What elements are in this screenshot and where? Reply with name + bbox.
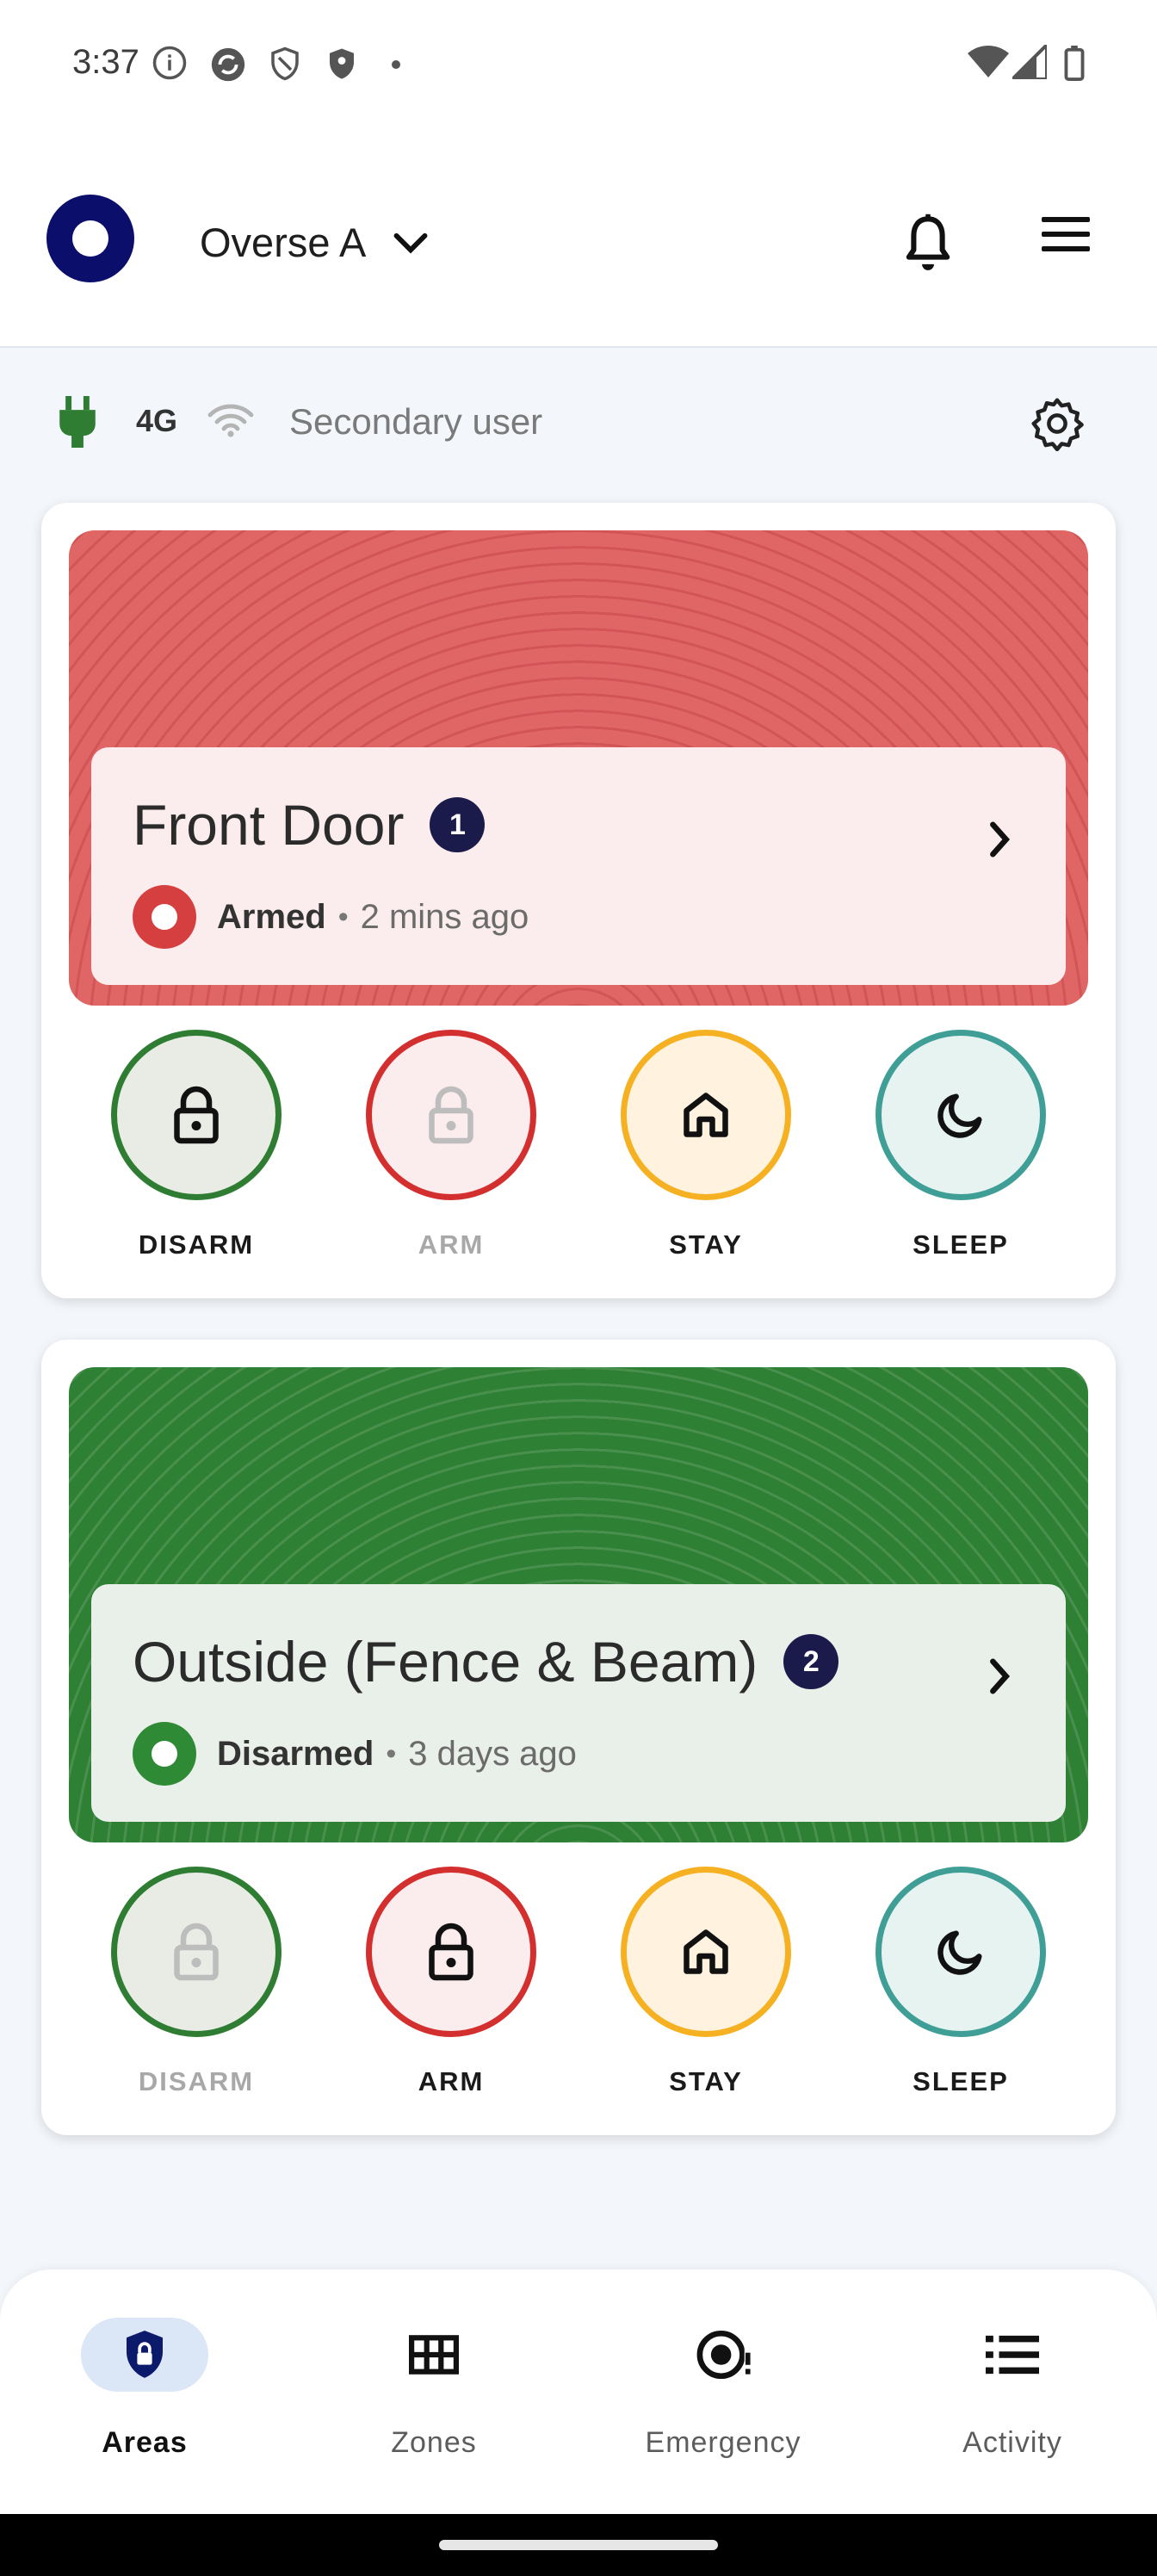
app-header: Overse A <box>0 129 1157 348</box>
sleep-button[interactable]: SLEEP <box>833 1860 1088 2118</box>
cellular-icon <box>1008 40 1049 84</box>
logo-icon <box>46 195 134 282</box>
nav-label: Activity <box>962 2426 1062 2459</box>
status-label: Armed <box>217 897 326 936</box>
area-actions: DISARM ARM STAY SLEEP <box>69 1023 1088 1281</box>
list-icon <box>949 2318 1076 2392</box>
nav-label: Emergency <box>645 2426 801 2459</box>
status-time: 3:37 <box>72 43 139 81</box>
site-selector[interactable]: Overse A <box>200 212 430 272</box>
user-role: Secondary user <box>289 401 543 442</box>
status-time-ago: 3 days ago <box>408 1734 577 1773</box>
home-icon <box>621 1030 791 1200</box>
info-icon <box>152 45 188 85</box>
separator: • <box>337 900 349 933</box>
area-title: Front Door 1 <box>133 792 486 858</box>
moon-icon <box>875 1867 1046 2037</box>
nav-areas[interactable]: Areas <box>0 2269 289 2514</box>
sync-icon <box>208 45 248 89</box>
area-name: Outside (Fence & Beam) <box>133 1630 758 1694</box>
shield-lock-icon <box>81 2318 208 2392</box>
power-plug-icon <box>57 396 98 452</box>
bell-icon[interactable] <box>899 212 957 278</box>
stay-button[interactable]: STAY <box>578 1860 833 2118</box>
connection-status-bar: 4G Secondary user <box>0 379 1157 465</box>
shield-outline-icon <box>267 45 303 87</box>
arm-button[interactable]: ARM <box>324 1023 578 1281</box>
area-name: Front Door <box>133 793 405 857</box>
wifi-icon <box>207 403 255 442</box>
area-summary[interactable]: Front Door 1 Armed • 2 mins ago <box>91 747 1066 985</box>
emergency-icon <box>659 2318 787 2392</box>
bottom-navigation: Areas Zones Emergency Activity <box>0 2269 1157 2514</box>
area-banner: Outside (Fence & Beam) 2 Disarmed • 3 da… <box>69 1367 1088 1842</box>
action-label: DISARM <box>138 1229 255 1260</box>
arm-button[interactable]: ARM <box>324 1860 578 2118</box>
battery-icon <box>1064 45 1085 85</box>
status-time-ago: 2 mins ago <box>360 897 529 936</box>
status-bar: 3:37 <box>0 0 1157 129</box>
nav-label: Areas <box>102 2426 188 2459</box>
area-summary[interactable]: Outside (Fence & Beam) 2 Disarmed • 3 da… <box>91 1584 1066 1822</box>
stay-button[interactable]: STAY <box>578 1023 833 1281</box>
chevron-right-icon[interactable] <box>985 1656 1014 1700</box>
lock-icon <box>366 1867 536 2037</box>
site-name: Overse A <box>200 219 367 265</box>
disarm-button[interactable]: DISARM <box>69 1023 324 1281</box>
area-banner: Front Door 1 Armed • 2 mins ago <box>69 530 1088 1006</box>
separator: • <box>386 1737 397 1770</box>
lock-icon <box>111 1030 282 1200</box>
disarmed-status-icon <box>133 1722 196 1786</box>
status-label: Disarmed <box>217 1734 374 1773</box>
chevron-right-icon[interactable] <box>985 820 1014 864</box>
moon-icon <box>875 1030 1046 1200</box>
area-card-outside: Outside (Fence & Beam) 2 Disarmed • 3 da… <box>41 1340 1116 2135</box>
nav-label: Zones <box>391 2426 477 2459</box>
lock-open-icon <box>111 1867 282 2037</box>
chevron-down-icon <box>392 219 430 266</box>
nav-activity[interactable]: Activity <box>868 2269 1157 2514</box>
action-label: ARM <box>418 2066 485 2096</box>
armed-status-icon <box>133 885 196 949</box>
grid-icon <box>370 2318 498 2392</box>
area-actions: DISARM ARM STAY SLEEP <box>69 1860 1088 2118</box>
area-card-front-door: Front Door 1 Armed • 2 mins ago DISARM A… <box>41 503 1116 1298</box>
network-type: 4G <box>136 403 178 438</box>
shield-filled-icon <box>324 45 360 87</box>
nav-emergency[interactable]: Emergency <box>578 2269 868 2514</box>
area-title: Outside (Fence & Beam) 2 <box>133 1629 839 1694</box>
lock-icon <box>366 1030 536 1200</box>
gear-icon[interactable] <box>1030 396 1085 455</box>
disarm-button[interactable]: DISARM <box>69 1860 324 2118</box>
system-gesture-bar <box>0 2514 1157 2576</box>
action-label: SLEEP <box>913 2066 1009 2096</box>
action-label: DISARM <box>138 2066 255 2096</box>
nav-zones[interactable]: Zones <box>289 2269 578 2514</box>
home-gesture-handle[interactable] <box>439 2540 718 2550</box>
action-label: STAY <box>669 1229 743 1260</box>
sleep-button[interactable]: SLEEP <box>833 1023 1088 1281</box>
action-label: STAY <box>669 2066 743 2096</box>
home-icon <box>621 1867 791 2037</box>
hamburger-menu-icon[interactable] <box>1042 215 1090 257</box>
area-number-badge: 2 <box>783 1634 839 1689</box>
area-status: Disarmed • 3 days ago <box>133 1722 577 1786</box>
dot-icon <box>391 59 401 74</box>
wifi-icon <box>968 45 1009 84</box>
action-label: SLEEP <box>913 1229 1009 1260</box>
area-number-badge: 1 <box>430 797 486 852</box>
area-status: Armed • 2 mins ago <box>133 885 529 949</box>
action-label: ARM <box>418 1229 485 1260</box>
